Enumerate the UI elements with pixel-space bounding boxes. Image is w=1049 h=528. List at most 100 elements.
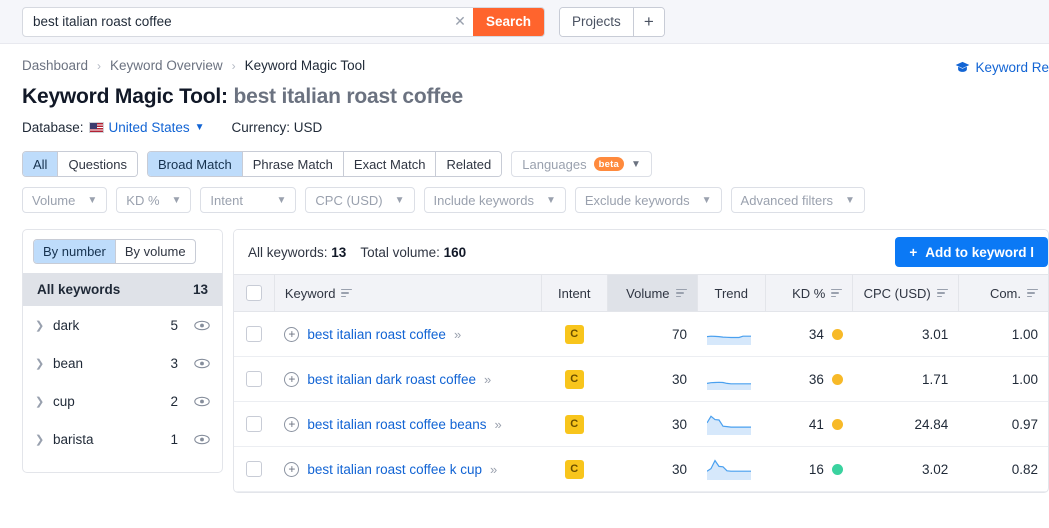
expand-keyword-icon[interactable]: » <box>484 372 489 387</box>
sort-icon[interactable] <box>1027 289 1038 298</box>
column-header-com[interactable]: Com. <box>958 275 1048 312</box>
graduation-cap-icon <box>955 61 970 74</box>
sort-icon[interactable] <box>831 289 842 298</box>
keyword-link[interactable]: best italian roast coffee k cup <box>307 462 482 477</box>
sidebar-item-label: cup <box>53 394 161 409</box>
intent-cell: C <box>541 447 607 492</box>
sidebar-item-all-keywords[interactable]: All keywords 13 <box>23 273 222 306</box>
eye-icon[interactable] <box>194 431 210 447</box>
chevron-right-icon[interactable]: ❯ <box>35 319 44 332</box>
keyword-resource-link[interactable]: Keyword Re <box>955 60 1049 75</box>
filter-cpc[interactable]: CPC (USD) ▼ <box>305 187 414 213</box>
page-header: Dashboard › Keyword Overview › Keyword M… <box>0 44 1049 135</box>
chevron-down-icon[interactable]: ▼ <box>195 122 205 133</box>
eye-icon[interactable] <box>194 355 210 371</box>
chevron-right-icon[interactable]: ❯ <box>35 433 44 446</box>
keyword-link[interactable]: best italian dark roast coffee <box>307 372 476 387</box>
sidebar-toggle-by-number[interactable]: By number <box>34 240 116 263</box>
kd-cell: 34 <box>765 312 852 357</box>
column-header-cpc[interactable]: CPC (USD) <box>853 275 958 312</box>
keyword-link[interactable]: best italian roast coffee beans <box>307 417 486 432</box>
eye-icon[interactable] <box>194 317 210 333</box>
table-row[interactable]: +best italian dark roast coffee»C30361.7… <box>234 357 1048 402</box>
filter-advanced[interactable]: Advanced filters ▼ <box>731 187 865 213</box>
table-row[interactable]: +best italian roast coffee beans»C304124… <box>234 402 1048 447</box>
table-row[interactable]: +best italian roast coffee»C70343.011.00 <box>234 312 1048 357</box>
column-header-intent[interactable]: Intent <box>541 275 607 312</box>
filter-exclude-keywords[interactable]: Exclude keywords ▼ <box>575 187 722 213</box>
breadcrumb-item-keyword-magic-tool: Keyword Magic Tool <box>245 58 366 73</box>
sidebar-item-bean[interactable]: ❯ bean 3 <box>23 344 222 382</box>
languages-dropdown[interactable]: Languages beta ▼ <box>511 151 652 177</box>
tab-phrase-match[interactable]: Phrase Match <box>243 152 344 176</box>
sort-icon[interactable] <box>937 289 948 298</box>
tab-related[interactable]: Related <box>436 152 501 176</box>
filter-kd[interactable]: KD % ▼ <box>116 187 191 213</box>
filter-intent[interactable]: Intent ▼ <box>200 187 296 213</box>
column-header-kd[interactable]: KD % <box>765 275 852 312</box>
filter-include-keywords[interactable]: Include keywords ▼ <box>424 187 566 213</box>
summary-total-volume-value: 160 <box>444 245 467 260</box>
add-keyword-icon[interactable]: + <box>284 417 299 432</box>
table-body: +best italian roast coffee»C70343.011.00… <box>234 312 1048 492</box>
intent-badge[interactable]: C <box>565 325 584 344</box>
add-to-keyword-list-label: Add to keyword l <box>925 245 1034 260</box>
intent-badge[interactable]: C <box>565 460 584 479</box>
sidebar-item-count: 3 <box>170 356 178 371</box>
chevron-right-icon[interactable]: ❯ <box>35 395 44 408</box>
add-project-icon[interactable]: + <box>634 8 664 36</box>
row-checkbox[interactable] <box>246 326 262 342</box>
sort-icon[interactable] <box>676 289 687 298</box>
add-to-keyword-list-button[interactable]: + Add to keyword l <box>895 237 1048 267</box>
column-header-cpc-label: CPC (USD) <box>864 286 931 301</box>
sidebar-item-cup[interactable]: ❯ cup 2 <box>23 382 222 420</box>
tab-questions[interactable]: Questions <box>58 152 137 176</box>
sidebar-item-barista[interactable]: ❯ barista 1 <box>23 420 222 458</box>
row-checkbox[interactable] <box>246 371 262 387</box>
intent-badge[interactable]: C <box>565 370 584 389</box>
sidebar-toggle-by-volume[interactable]: By volume <box>116 240 195 263</box>
sort-icon[interactable] <box>341 289 352 298</box>
chevron-right-icon[interactable]: ❯ <box>35 357 44 370</box>
kd-cell: 16 <box>765 447 852 492</box>
cpc-cell: 3.01 <box>853 312 958 357</box>
keyword-link[interactable]: best italian roast coffee <box>307 327 446 342</box>
cpc-cell: 1.71 <box>853 357 958 402</box>
eye-icon[interactable] <box>194 393 210 409</box>
column-header-volume[interactable]: Volume <box>607 275 697 312</box>
breadcrumb-item-dashboard[interactable]: Dashboard <box>22 58 88 73</box>
expand-keyword-icon[interactable]: » <box>454 327 459 342</box>
add-keyword-icon[interactable]: + <box>284 462 299 477</box>
search-button[interactable]: Search <box>473 8 544 36</box>
projects-button[interactable]: Projects <box>560 8 634 36</box>
row-checkbox[interactable] <box>246 416 262 432</box>
tab-broad-match[interactable]: Broad Match <box>148 152 243 176</box>
clear-icon[interactable]: ✕ <box>447 8 473 36</box>
select-all-checkbox[interactable] <box>246 285 262 301</box>
column-header-trend[interactable]: Trend <box>697 275 765 312</box>
languages-label: Languages <box>522 157 586 172</box>
com-cell: 0.82 <box>958 447 1048 492</box>
sidebar-item-dark[interactable]: ❯ dark 5 <box>23 306 222 344</box>
column-header-keyword[interactable]: Keyword <box>274 275 541 312</box>
search-input[interactable] <box>23 8 447 36</box>
filter-volume[interactable]: Volume ▼ <box>22 187 107 213</box>
breadcrumb-item-keyword-overview[interactable]: Keyword Overview <box>110 58 223 73</box>
expand-keyword-icon[interactable]: » <box>490 462 495 477</box>
tab-exact-match[interactable]: Exact Match <box>344 152 437 176</box>
database-selector[interactable]: United States <box>109 120 190 135</box>
column-header-intent-label: Intent <box>558 286 591 301</box>
chevron-down-icon: ▼ <box>395 195 405 206</box>
table-row[interactable]: +best italian roast coffee k cup»C30163.… <box>234 447 1048 492</box>
trend-cell <box>697 447 765 492</box>
kd-status-dot <box>832 329 843 340</box>
intent-badge[interactable]: C <box>565 415 584 434</box>
add-keyword-icon[interactable]: + <box>284 372 299 387</box>
tab-all[interactable]: All <box>23 152 58 176</box>
add-keyword-icon[interactable]: + <box>284 327 299 342</box>
row-checkbox[interactable] <box>246 461 262 477</box>
expand-keyword-icon[interactable]: » <box>494 417 499 432</box>
kd-cell: 41 <box>765 402 852 447</box>
volume-cell: 30 <box>607 357 697 402</box>
chevron-down-icon: ▼ <box>172 195 182 206</box>
